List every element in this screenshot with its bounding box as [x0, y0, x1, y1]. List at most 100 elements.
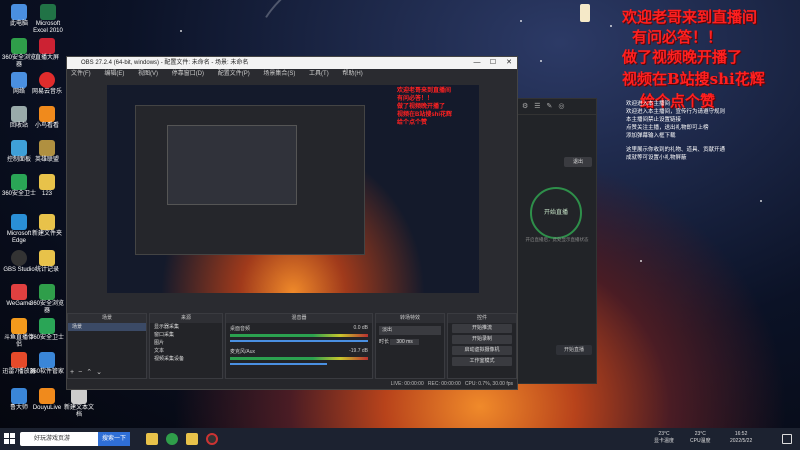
menu-profile[interactable]: 配置文件(P) [218, 71, 250, 77]
nested-obs-inner [167, 125, 297, 205]
desktop-icon[interactable]: 360软件管家 [30, 352, 64, 376]
start-recording-button[interactable]: 开始录制 [452, 335, 512, 344]
nested-overlay-text: 欢迎老哥来到直播间 有问必答！！ 做了视频晚开播了 视频在B站搜shi花辉 给个… [397, 88, 453, 126]
obs-icon[interactable] [206, 433, 218, 445]
source-item[interactable]: 视频采集设备 [150, 355, 222, 363]
computer-icon [11, 4, 27, 20]
down-icon[interactable]: ⌄ [96, 369, 106, 376]
source-item[interactable]: 图片 [150, 339, 222, 347]
mixer-channel: 桌面音频 0.0 dB [230, 325, 368, 332]
transitions-header: 转场特效 [376, 314, 444, 323]
scene-tools: +−⌃⌄ [70, 368, 106, 376]
studio-mode-button[interactable]: 工作室模式 [452, 357, 512, 366]
mixer-channel: 麦克风/Aux -19.7 dB [230, 348, 368, 355]
overlay-qa: 有问必答！！ [632, 28, 723, 46]
scenes-dock: 场景 场景 +−⌃⌄ [67, 313, 147, 379]
desktop-icon[interactable]: 360安全浏览器 [30, 284, 64, 315]
gpu-temp: 23°C 显卡温度 [654, 431, 675, 444]
live-hint: 开启直播后，此处显示直播状态 [525, 237, 589, 242]
scenes-header: 场景 [68, 314, 146, 323]
desktop-icon[interactable]: 123 [30, 174, 64, 198]
scene-item[interactable]: 场景 [68, 323, 146, 331]
menu-file[interactable]: 文件(F) [71, 71, 91, 77]
sources-dock: 来源 显示器采集 窗口采集 图片 文本 视频采集设备 [149, 313, 223, 379]
overlay-bilibili: 视频在B站搜shi花辉 [622, 70, 765, 88]
volume-slider[interactable] [230, 340, 368, 342]
menu-view[interactable]: 视图(V) [138, 71, 158, 77]
window-title: OBS 27.2.4 (64-bit, windows) - 配置文件: 未命名… [81, 60, 249, 66]
app-icon[interactable] [186, 433, 198, 445]
live-companion-window: ⚙☰✎◎ 退出 开始直播 开启直播后，此处显示直播状态 开始直播 [515, 98, 597, 384]
taskbar: 好玩游戏页游 搜索一下 23°C 显卡温度 23°C CPU温度 16:52 2022… [0, 428, 800, 450]
maximize-button[interactable]: ☐ [485, 57, 501, 69]
desktop-icon[interactable]: 统计记录 [30, 250, 64, 274]
transitions-dock: 转场特效 淡出 时长 300 ms [375, 313, 445, 379]
duration-input[interactable]: 300 ms [390, 339, 419, 345]
mixer-dock: 混音器 桌面音频 0.0 dB 麦克风/Aux -19.7 dB [225, 313, 373, 379]
cpu-temp: 23°C CPU温度 [690, 431, 711, 444]
sources-header: 来源 [150, 314, 222, 323]
game-icon [39, 140, 55, 156]
notification-icon[interactable] [782, 434, 792, 444]
menu-scene-collection[interactable]: 场景集合(S) [263, 71, 295, 77]
volume-slider[interactable] [230, 363, 327, 365]
menu-edit[interactable]: 编辑(E) [104, 71, 124, 77]
start-button[interactable] [4, 433, 15, 444]
minimize-button[interactable]: — [469, 57, 485, 69]
file-explorer-icon[interactable] [146, 433, 158, 445]
notice-panel: 欢迎进入本主播间 欢迎进入本主播间，宣传行为请遵守规则 本主播间禁止设置链接 点… [626, 101, 726, 161]
desktop-icon[interactable]: Microsoft Excel 2010 [30, 4, 66, 35]
excel-icon [40, 4, 56, 20]
edge-icon [11, 214, 27, 230]
browser-icon[interactable] [166, 433, 178, 445]
toolbar-icons: ⚙☰✎◎ [516, 99, 596, 115]
overlay-welcome: 欢迎老哥来到直播间 [622, 8, 758, 26]
desktop-background: 此电脑 360安全浏览器 网络 回收站 控制面板 360安全卫士 Microso… [0, 0, 800, 428]
taskbar-search-input[interactable]: 好玩游戏页游 搜索一下 [20, 432, 130, 446]
desktop-icon[interactable]: 英雄联盟 [30, 140, 64, 164]
desktop-icon[interactable]: DouyuLive [30, 388, 64, 412]
desktop-icon[interactable]: 360安全卫士 [30, 318, 64, 342]
source-item[interactable]: 文本 [150, 347, 222, 355]
obs-titlebar: OBS 27.2.4 (64-bit, windows) - 配置文件: 未命名… [67, 57, 517, 69]
obs-statusbar: LIVE: 00:00:00 REC: 00:00:00 CPU: 0.7%, … [67, 379, 517, 389]
mixer-header: 混音器 [226, 314, 372, 323]
start-streaming-button[interactable]: 开始推流 [452, 324, 512, 333]
desktop-icon[interactable]: 直播大屏 [30, 38, 64, 62]
live-screen-icon [39, 38, 55, 54]
desktop-icon[interactable]: 网易云音乐 [30, 72, 64, 96]
control-panel-icon [11, 140, 27, 156]
ludashi-icon [11, 388, 27, 404]
candle-icon [580, 4, 590, 22]
audio-meter [230, 357, 368, 360]
virtual-camera-button[interactable]: 启动虚拟摄像机 [452, 346, 512, 355]
obs-preview[interactable]: 欢迎老哥来到直播间 有问必答！！ 做了视频晚开播了 视频在B站搜shi花辉 给个… [107, 85, 479, 293]
up-icon[interactable]: ⌃ [86, 369, 96, 376]
app-icon [39, 106, 55, 122]
text-file-icon [71, 388, 87, 404]
start-live-button[interactable]: 开始直播 [556, 345, 592, 355]
close-button[interactable]: ✕ [501, 57, 517, 69]
remove-icon[interactable]: − [78, 369, 86, 376]
source-item[interactable]: 窗口采集 [150, 331, 222, 339]
start-live-circle[interactable]: 开始直播 [530, 187, 582, 239]
clock[interactable]: 16:52 2022/5/22 [730, 431, 752, 445]
add-icon[interactable]: + [70, 369, 78, 376]
desktop-icon[interactable]: 新建文件夹 [30, 214, 64, 238]
search-button[interactable]: 搜索一下 [97, 432, 130, 446]
menu-tools[interactable]: 工具(T) [309, 71, 329, 77]
music-icon [39, 72, 55, 88]
player-icon [11, 352, 27, 368]
desktop-icon[interactable]: 新建文本文档 [62, 388, 96, 419]
menu-help[interactable]: 帮助(H) [342, 71, 362, 77]
obs-icon [11, 250, 27, 266]
menu-docks[interactable]: 停靠窗口(D) [172, 71, 204, 77]
exit-button[interactable]: 退出 [564, 157, 592, 167]
source-item[interactable]: 显示器采集 [150, 323, 222, 331]
live-companion-icon [11, 318, 27, 334]
wegame-icon [11, 284, 27, 300]
security-icon [11, 174, 27, 190]
network-icon [11, 72, 27, 88]
transition-select[interactable]: 淡出 [379, 326, 441, 335]
desktop-icon[interactable]: 小鸟看看 [30, 106, 64, 130]
